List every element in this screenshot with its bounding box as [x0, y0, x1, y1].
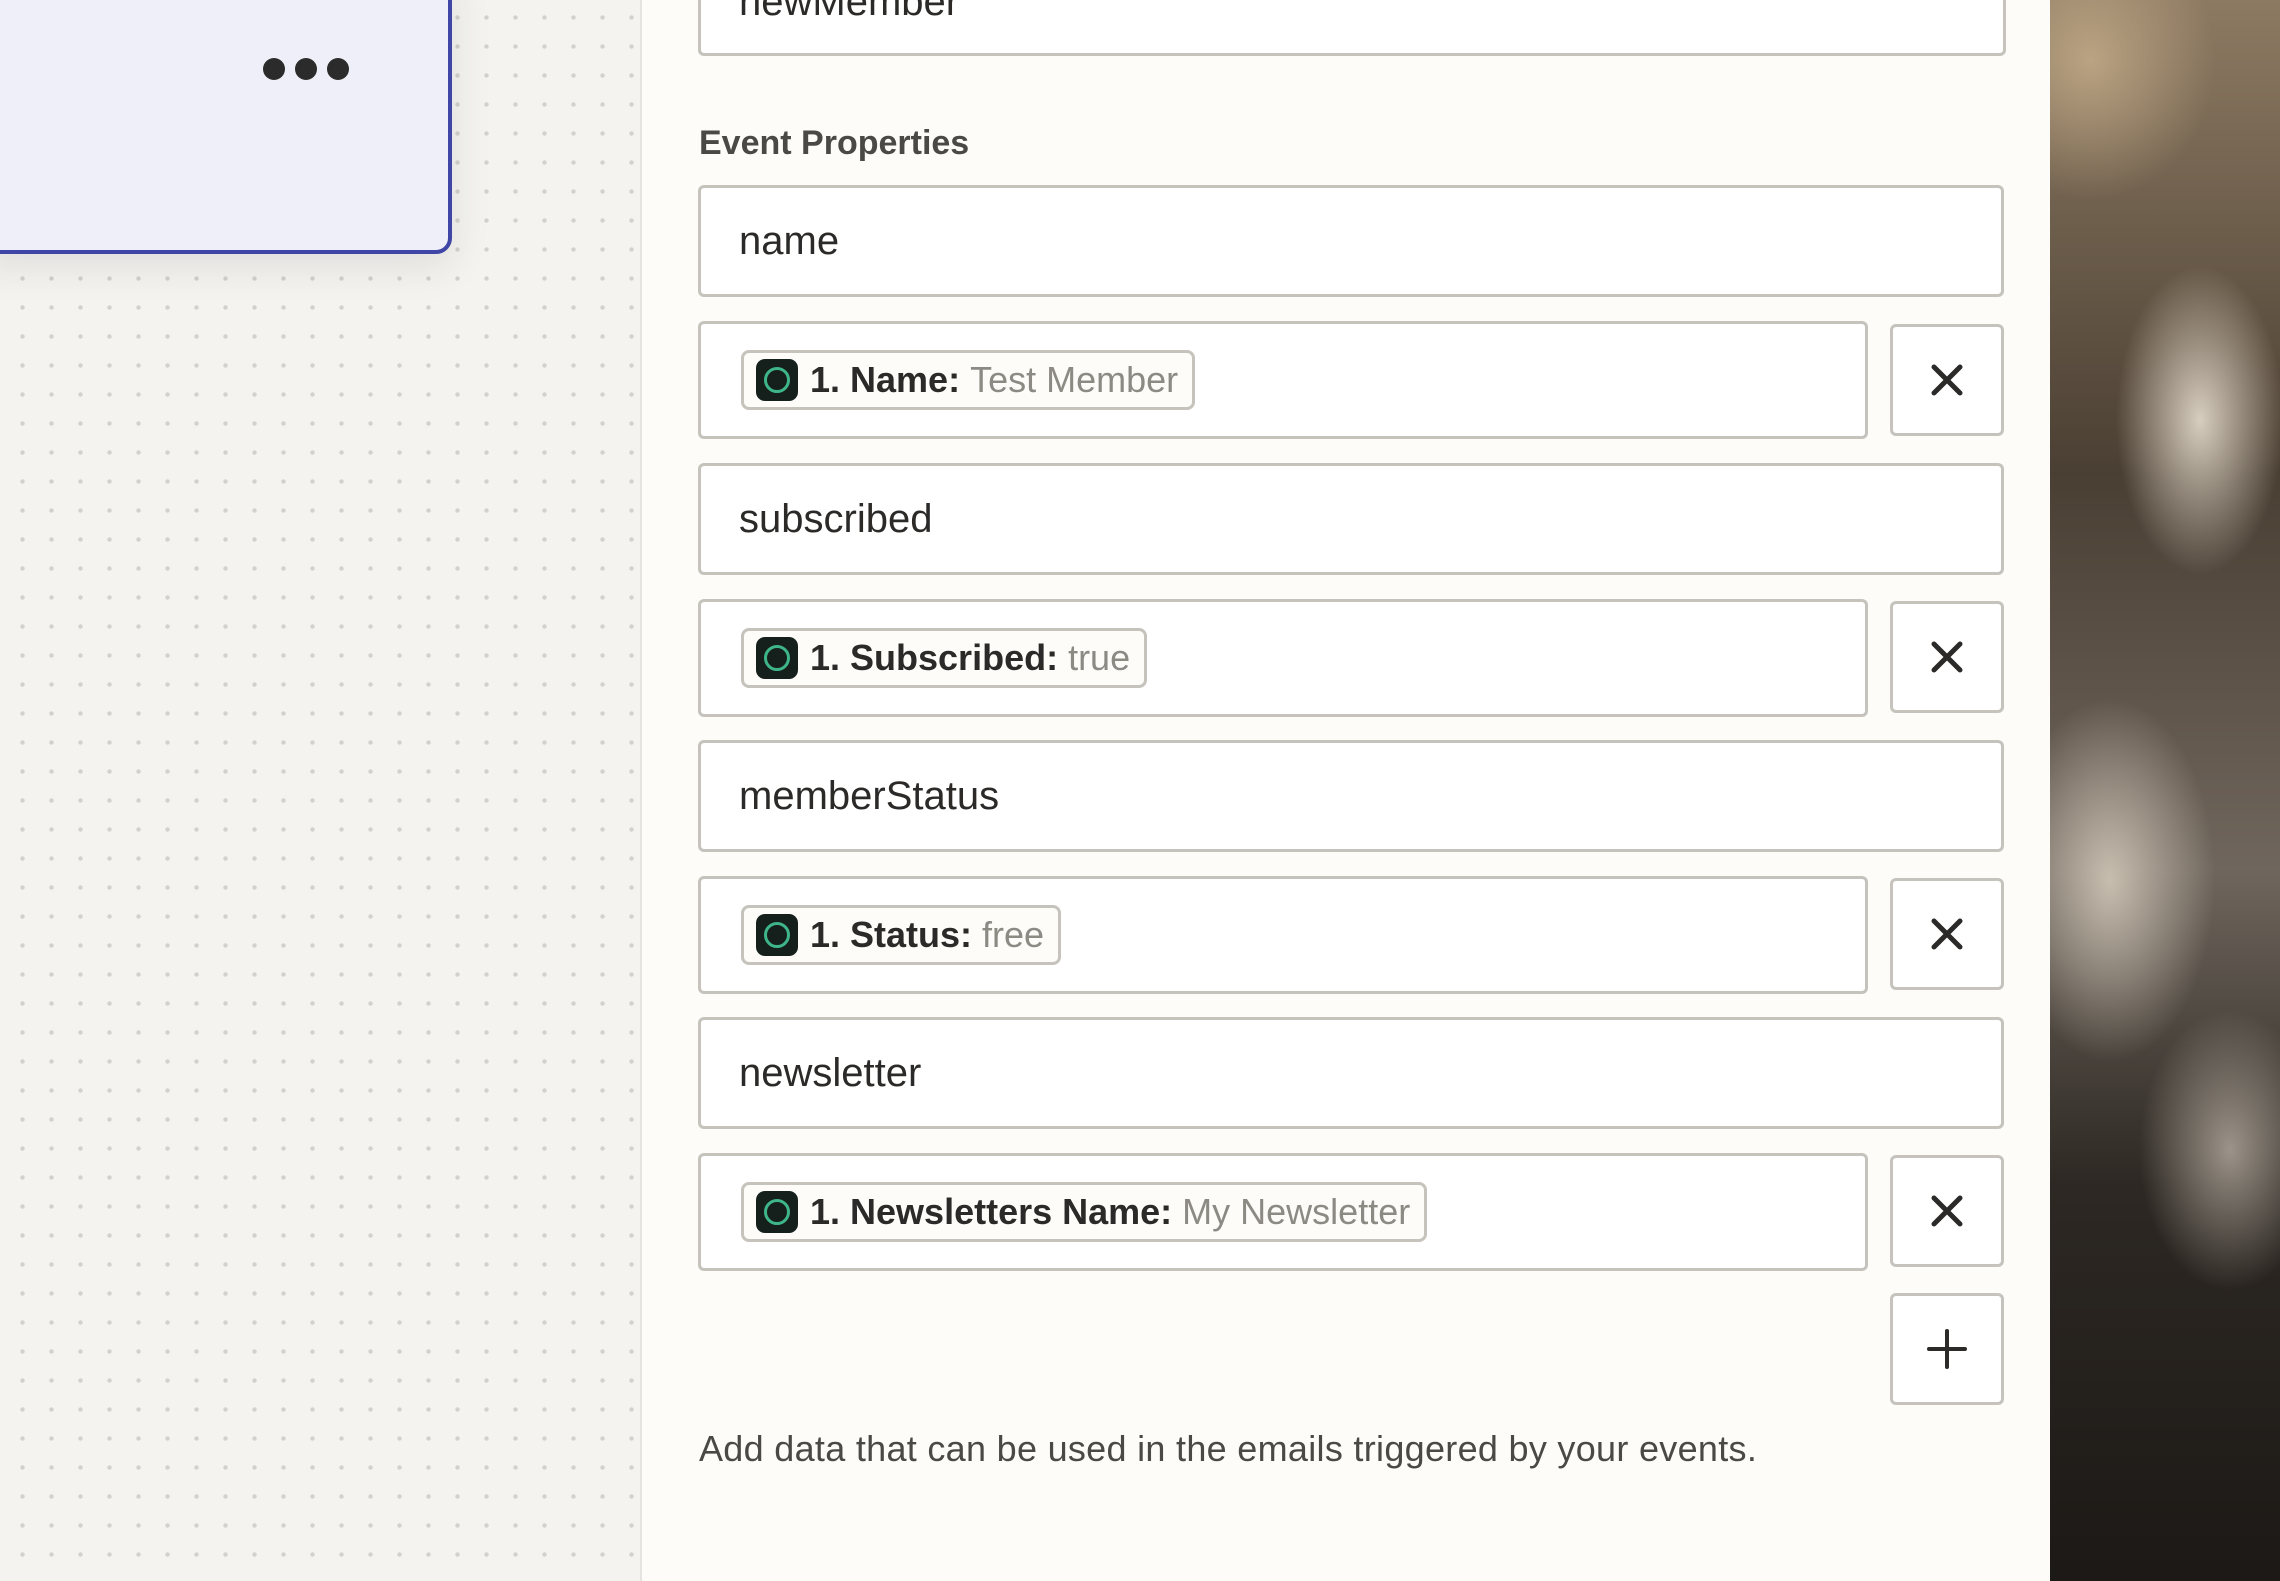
pill-sample-value: My Newsletter	[1182, 1191, 1411, 1232]
more-horizontal-icon[interactable]	[256, 54, 356, 84]
property-value-field[interactable]: 1. Status: free	[698, 876, 1868, 994]
app-icon	[756, 637, 798, 679]
background-photo	[2050, 0, 2280, 1581]
property-value-field[interactable]: 1. Newsletters Name: My Newsletter	[698, 1153, 1868, 1271]
property-value-field[interactable]: 1. Name: Test Member	[698, 321, 1868, 439]
property-key-value: memberStatus	[739, 773, 1000, 818]
remove-property-button[interactable]	[1890, 324, 2004, 436]
mapped-field-pill[interactable]: 1. Status: free	[741, 905, 1062, 965]
event-properties-label: Event Properties	[699, 124, 970, 162]
event-name-field[interactable]: newMember	[698, 0, 2006, 56]
event-name-value: newMember	[739, 0, 960, 24]
pill-field-label: 1. Status:	[810, 914, 973, 955]
property-key-field[interactable]: newsletter	[698, 1017, 2004, 1129]
remove-property-button[interactable]	[1890, 601, 2004, 713]
property-key-value: subscribed	[739, 496, 933, 541]
workflow-step-card[interactable]	[0, 0, 452, 254]
close-icon	[1931, 918, 1963, 950]
pill-field-label: 1. Newsletters Name:	[810, 1191, 1173, 1232]
property-key-value: newsletter	[739, 1050, 922, 1095]
pill-field-label: 1. Subscribed:	[810, 637, 1059, 678]
app-icon	[756, 914, 798, 956]
add-property-button[interactable]	[1890, 1293, 2004, 1405]
step-settings-panel: newMember Event Properties name 1. Name:…	[640, 0, 2050, 1581]
close-icon	[1931, 364, 1963, 396]
close-icon	[1931, 1195, 1963, 1227]
mapped-field-pill[interactable]: 1. Name: Test Member	[741, 350, 1196, 410]
pill-field-label: 1. Name:	[810, 359, 961, 400]
pill-sample-value: free	[982, 914, 1045, 955]
property-value-field[interactable]: 1. Subscribed: true	[698, 599, 1868, 717]
property-key-field[interactable]: name	[698, 185, 2004, 297]
pill-sample-value: true	[1068, 637, 1131, 678]
remove-property-button[interactable]	[1890, 878, 2004, 990]
property-key-field[interactable]: memberStatus	[698, 740, 2004, 852]
mapped-field-pill[interactable]: 1. Subscribed: true	[741, 628, 1148, 688]
event-properties-help-text: Add data that can be used in the emails …	[699, 1428, 1758, 1469]
app-icon	[756, 1191, 798, 1233]
close-icon	[1931, 641, 1963, 673]
pill-sample-value: Test Member	[970, 359, 1179, 400]
app-icon	[756, 359, 798, 401]
property-key-value: name	[739, 218, 840, 263]
remove-property-button[interactable]	[1890, 1155, 2004, 1267]
workflow-canvas	[0, 0, 640, 1581]
property-key-field[interactable]: subscribed	[698, 463, 2004, 575]
mapped-field-pill[interactable]: 1. Newsletters Name: My Newsletter	[741, 1182, 1428, 1242]
plus-icon	[1927, 1329, 1967, 1369]
